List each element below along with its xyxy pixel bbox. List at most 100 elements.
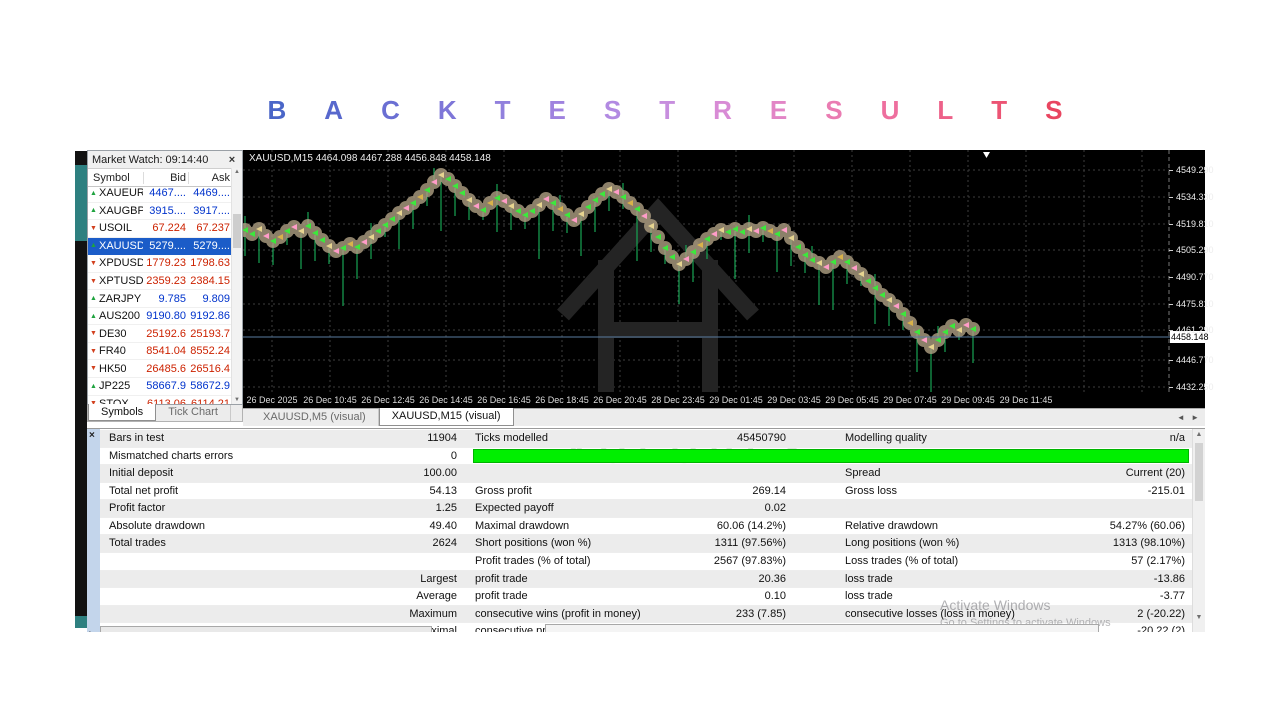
tab-scroll-right-icon[interactable]: ► <box>1191 413 1201 422</box>
stat-label: Gross profit <box>475 483 532 500</box>
tester-cell-group: Short positions (won %) 1311 (97.56%) <box>460 535 790 552</box>
arrow-up-icon: ▲ <box>88 295 99 302</box>
bid-value: 25192.6 <box>143 328 188 340</box>
market-watch-row[interactable]: ▼DE3025192.625193.7 <box>88 325 242 343</box>
tab-xauusd-m5-visual-[interactable]: XAUUSD,M5 (visual) <box>251 409 379 426</box>
stat-value: -13.86 <box>1154 571 1185 588</box>
ask-value: 25193.7 <box>188 328 232 340</box>
tester-cell-group: Profit trades (% of total) 2567 (97.83%) <box>460 553 790 570</box>
chart-panel: XAUUSD,M15 4464.098 4467.288 4456.848 44… <box>243 150 1205 408</box>
stat-value: 1311 (97.56%) <box>715 535 786 552</box>
market-watch-row[interactable]: ▼STOX...6113.066114.21 <box>88 396 242 404</box>
market-watch-row[interactable]: ▲XAUUSD5279....5279.... <box>88 238 242 256</box>
time-axis-label: 29 Dec 11:45 <box>991 395 1061 405</box>
market-watch-row[interactable]: ▼XPTUSD2359.232384.15 <box>88 273 242 291</box>
symbol-name: USOIL <box>99 222 143 234</box>
tester-close-icon[interactable]: × <box>89 430 95 441</box>
tester-cell-group: Spread Current (20) <box>790 465 1192 482</box>
tester-cell-group: Bars in test11904 <box>100 430 460 447</box>
column-header-bid[interactable]: Bid <box>143 172 188 184</box>
price-axis-label: 4549.290 <box>1176 165 1214 175</box>
arrow-down-icon: ▼ <box>88 278 99 285</box>
stat-value: Current (20) <box>1126 465 1185 482</box>
price-axis-label: 4505.290 <box>1176 245 1214 255</box>
ask-value: 9.809 <box>188 293 232 305</box>
tester-cell-group: Ticks modelled45450790 <box>460 430 790 447</box>
stat-label: Mismatched charts errors <box>109 448 233 465</box>
chart-canvas[interactable] <box>243 150 1170 392</box>
column-header-symbol[interactable]: Symbol <box>88 172 143 184</box>
market-watch-row[interactable]: ▼USOIL67.22467.237 <box>88 220 242 238</box>
scroll-up-icon[interactable]: ▲ <box>232 169 242 175</box>
symbol-name: XAUUSD <box>99 240 143 252</box>
ask-value: 3917.... <box>188 205 232 217</box>
title-letter: T <box>659 95 675 126</box>
market-watch-row[interactable]: ▼FR408541.048552.24 <box>88 343 242 361</box>
modelling-quality-bar <box>473 449 1189 464</box>
stat-label: profit trade <box>475 571 528 588</box>
arrow-down-icon: ▼ <box>88 260 99 267</box>
stat-label: Spread <box>845 465 880 482</box>
price-tick <box>1169 330 1173 331</box>
tester-cell-group: Profit factor1.25 <box>100 500 460 517</box>
stat-value: 11904 <box>427 430 457 447</box>
window-edge-accent-bottom <box>75 616 87 628</box>
tester-cell-group: Average <box>100 588 460 605</box>
close-icon[interactable]: × <box>226 154 238 166</box>
bid-value: 1779.23 <box>143 257 188 269</box>
market-watch-scrollbar[interactable]: ▲ ▼ <box>231 168 242 404</box>
stat-label: Short positions (won %) <box>475 535 591 552</box>
ask-value: 2384.15 <box>188 275 232 287</box>
stat-value: Maximum <box>409 606 457 623</box>
ask-value: 67.237 <box>188 222 232 234</box>
tester-scrollbar[interactable]: ▲ ▼ <box>1192 429 1205 632</box>
bid-value: 9190.80 <box>143 310 188 322</box>
market-watch-row[interactable]: ▲ZARJPY9.7859.809 <box>88 290 242 308</box>
market-watch-row[interactable]: ▼HK5026485.626516.4 <box>88 360 242 378</box>
stat-label: Profit trades (% of total) <box>475 553 591 570</box>
ask-value: 5279.... <box>188 240 232 252</box>
column-header-ask[interactable]: Ask <box>188 172 232 184</box>
cropped-ui-fragment <box>545 624 1099 632</box>
tab-scroll-left-icon[interactable]: ◄ <box>1177 413 1187 422</box>
stat-label: Long positions (won %) <box>845 535 959 552</box>
tab-symbols[interactable]: Symbols <box>88 404 156 421</box>
tab-tick-chart[interactable]: Tick Chart <box>156 405 231 421</box>
symbol-name: XAUEUR <box>99 187 143 199</box>
symbol-name: JP225 <box>99 380 143 392</box>
scrollbar-thumb[interactable] <box>233 214 241 248</box>
stat-value: 2 (-20.22) <box>1137 606 1185 623</box>
market-watch-row[interactable]: ▲AUS2009190.809192.86 <box>88 308 242 326</box>
ask-value: 9192.86 <box>188 310 232 322</box>
market-watch-row[interactable]: ▲XAUEUR4467....4469.... <box>88 185 242 203</box>
stat-value: -3.77 <box>1160 588 1185 605</box>
symbol-name: DE30 <box>99 328 143 340</box>
title-letter: B <box>268 95 287 126</box>
stat-label: Total net profit <box>109 483 178 500</box>
tester-cell-group: Expected payoff0.02 <box>460 500 790 517</box>
time-axis: 26 Dec 202526 Dec 10:4526 Dec 12:4526 De… <box>243 392 1205 408</box>
scroll-down-icon[interactable]: ▼ <box>1193 614 1205 621</box>
market-watch-row[interactable]: ▲XAUGBP3915....3917.... <box>88 203 242 221</box>
stat-value: 2567 (97.83%) <box>714 553 786 570</box>
price-tick <box>1169 277 1173 278</box>
stat-value: 60.06 (14.2%) <box>717 518 786 535</box>
stat-value: 1.25 <box>436 500 457 517</box>
market-watch-titlebar: Market Watch: 09:14:40 × <box>88 151 242 169</box>
stat-value: Average <box>416 588 457 605</box>
market-watch-panel: Market Watch: 09:14:40 × SymbolBidAsk ▲X… <box>87 150 243 405</box>
stat-value: Largest <box>420 571 457 588</box>
market-watch-row[interactable]: ▲JP22558667.958672.9 <box>88 378 242 396</box>
scroll-up-icon[interactable]: ▲ <box>1193 431 1205 438</box>
tab-xauusd-m15-visual-[interactable]: XAUUSD,M15 (visual) <box>379 408 514 426</box>
scrollbar-thumb[interactable] <box>1195 443 1203 501</box>
arrow-down-icon: ▼ <box>88 348 99 355</box>
ask-value: 1798.63 <box>188 257 232 269</box>
stat-value: 54.13 <box>429 483 457 500</box>
tab-scroll-arrows[interactable]: ◄ ► <box>1177 413 1201 422</box>
market-watch-row[interactable]: ▼XPDUSD1779.231798.63 <box>88 255 242 273</box>
price-axis-label: 4490.770 <box>1176 272 1214 282</box>
ask-value: 26516.4 <box>188 363 232 375</box>
symbol-name: XPDUSD <box>99 257 143 269</box>
page: BACKTESTRESULTS Market Watch: 09:14:40 ×… <box>0 0 1280 720</box>
